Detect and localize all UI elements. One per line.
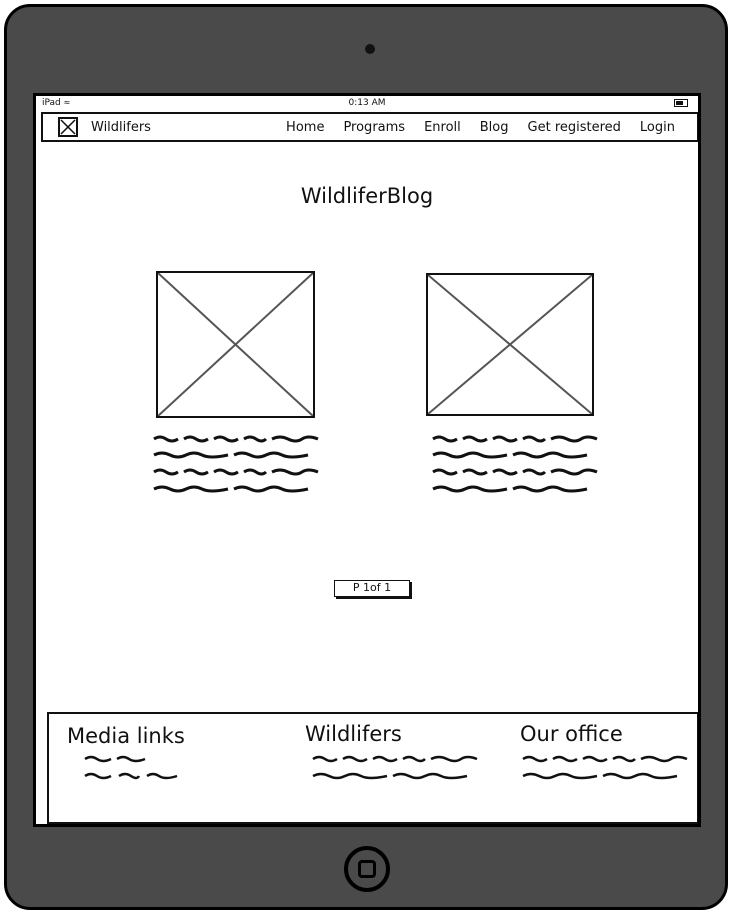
home-button-inner-square <box>358 860 376 878</box>
page-title: WildliferBlog <box>300 184 434 208</box>
footer-our-office-scribble <box>522 755 688 780</box>
home-button-icon[interactable] <box>344 846 390 892</box>
nav-item-home[interactable]: Home <box>286 120 324 135</box>
brand-name[interactable]: Wildlifers <box>91 120 151 135</box>
nav-item-enroll[interactable]: Enroll <box>424 120 461 135</box>
footer: Media links Wildlifers Our office <box>47 712 698 824</box>
nav-item-login[interactable]: Login <box>640 120 675 135</box>
blog-post-excerpt-scribble <box>432 435 598 493</box>
battery-icon <box>674 99 688 107</box>
footer-media-links-scribble[interactable] <box>83 754 183 784</box>
navbar: Wildlifers Home Programs Enroll Blog Get… <box>41 112 698 142</box>
camera-dot <box>365 44 375 54</box>
blog-post-excerpt-scribble <box>153 435 319 493</box>
footer-wildlifers-scribble <box>312 755 478 780</box>
status-time: 0:13 AM <box>348 98 386 108</box>
status-bar: iPad ≈ 0:13 AM <box>36 96 698 110</box>
nav-menu: Home Programs Enroll Blog Get registered… <box>286 120 697 135</box>
footer-heading-media-links: Media links <box>67 724 185 748</box>
nav-item-blog[interactable]: Blog <box>480 120 509 135</box>
footer-heading-wildlifers: Wildlifers <box>305 722 402 746</box>
nav-item-programs[interactable]: Programs <box>343 120 405 135</box>
image-placeholder-icon[interactable] <box>426 273 594 416</box>
logo-placeholder-icon[interactable] <box>58 117 78 137</box>
screen: iPad ≈ 0:13 AM Wildlifers Home Programs … <box>33 93 701 827</box>
tablet-frame: iPad ≈ 0:13 AM Wildlifers Home Programs … <box>4 4 728 910</box>
footer-heading-our-office: Our office <box>520 722 623 746</box>
pagination-button[interactable]: P 1of 1 <box>334 580 410 597</box>
image-placeholder-icon[interactable] <box>156 271 315 418</box>
nav-item-get-registered[interactable]: Get registered <box>528 120 621 135</box>
